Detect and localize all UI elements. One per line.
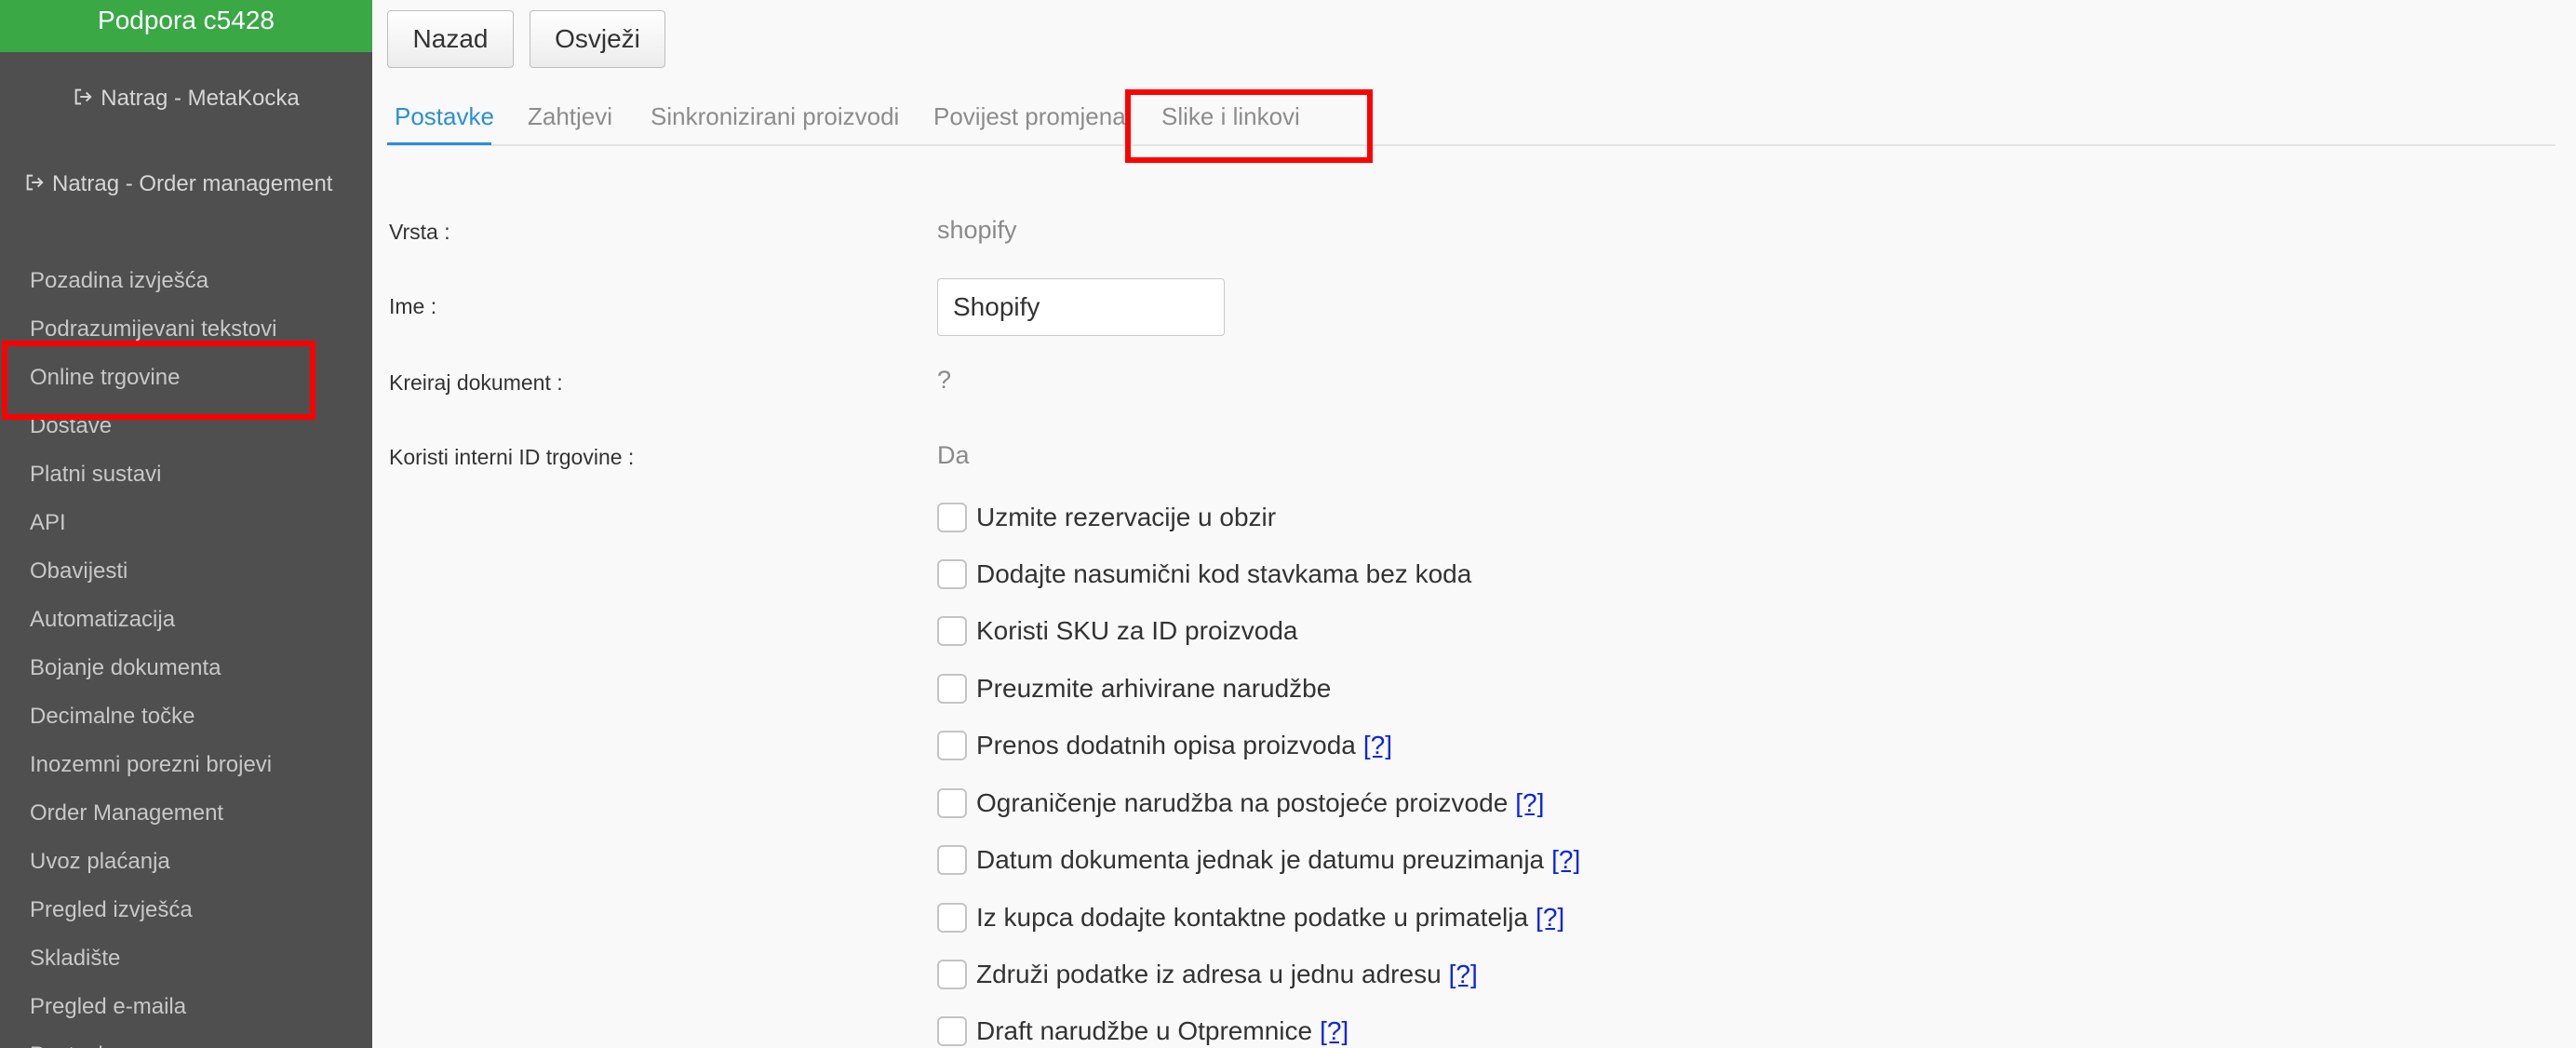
active-tab-indicator [387,142,491,145]
checkbox-label: Preuzmite arhivirane narudžbe [976,674,1332,703]
checkbox[interactable] [937,788,967,818]
checkbox-label: Združi podatke iz adresa u jednu adresu [976,960,1442,988]
tab-change-history[interactable]: Povijest promjena [933,102,1126,131]
checkbox-label: Koristi SKU za ID proizvoda [976,616,1298,645]
checkbox[interactable] [937,903,967,933]
tab-synced-products[interactable]: Sinkronizirani proizvodi [651,102,899,131]
tab-bar: Postavke Zahtjevi Sinkronizirani proizvo… [387,93,2556,146]
help-link[interactable]: [?] [1536,903,1564,933]
checkbox[interactable] [937,1016,967,1046]
sidebar-item-online-stores[interactable]: Online trgovine [0,354,372,402]
back-to-order-management-link[interactable]: Natrag - Order management [0,171,372,197]
sidebar-item-notifications[interactable]: Obavijesti [0,547,372,596]
type-value: shopify [937,216,1017,244]
sidebar-item-foreign-tax-numbers[interactable]: Inozemni porezni brojevi [0,741,372,789]
sidebar-item-warehouse[interactable]: Skladište [0,934,372,983]
help-link[interactable]: [?] [1363,731,1392,760]
create-document-value: ? [937,366,952,394]
option-merge-address: Združi podatke iz adresa u jednu adresu … [937,956,1478,993]
sidebar-item-report-background[interactable]: Pozadina izvješća [0,257,372,305]
sidebar-item-order-management[interactable]: Order Management [0,789,372,838]
name-input[interactable] [937,278,1225,336]
refresh-button[interactable]: Osvježi [530,10,665,68]
option-extra-descriptions: Prenos dodatnih opisa proizvoda [?] [937,727,1392,764]
option-contact-to-recipient: Iz kupca dodajte kontaktne podatke u pri… [937,899,1564,936]
internal-id-label: Koristi interni ID trgovine : [389,445,635,469]
sidebar-item-default-texts[interactable]: Podrazumijevani tekstovi [0,305,372,354]
option-document-date: Datum dokumenta jednak je datumu preuzim… [937,841,1580,879]
checkbox-label: Uzmite rezervacije u obzir [976,503,1277,531]
tab-settings[interactable]: Postavke [395,102,494,131]
checkbox[interactable] [937,559,967,589]
option-limit-existing-products: Ograničenje narudžba na postojeće proizv… [937,785,1544,822]
help-link[interactable]: [?] [1515,788,1544,818]
sidebar-item-payment-systems[interactable]: Platni sustavi [0,450,372,499]
sidebar-item-report-overview[interactable]: Pregled izvješća [0,886,372,934]
create-document-label: Kreiraj dokument : [389,370,563,395]
option-consider-reservations: Uzmite rezervacije u obzir [937,499,1276,536]
sign-out-icon [26,174,44,191]
option-sku-as-id: Koristi SKU za ID proizvoda [937,612,1297,650]
option-archived-orders: Preuzmite arhivirane narudžbe [937,670,1331,707]
option-random-code: Dodajte nasumični kod stavkama bez koda [937,556,1471,593]
help-link[interactable]: [?] [1449,960,1478,989]
checkbox[interactable] [937,731,967,760]
back-link-label: Natrag - MetaKocka [101,86,300,111]
back-link-label: Natrag - Order management [52,171,333,196]
main-content: Nazad Osvježi Postavke Zahtjevi Sinkroni… [372,0,2576,1048]
internal-id-value: Da [937,441,970,469]
checkbox[interactable] [937,674,967,704]
checkbox-label: Dodajte nasumični kod stavkama bez koda [976,559,1472,588]
sidebar-item-automation[interactable]: Automatizacija [0,596,372,644]
back-button[interactable]: Nazad [387,10,514,68]
checkbox[interactable] [937,845,967,875]
sidebar-item-deliveries[interactable]: Dostave [0,402,372,450]
checkbox-label: Draft narudžbe u Otpremnice [976,1016,1313,1045]
sidebar-item-document-coloring[interactable]: Bojanje dokumenta [0,644,372,692]
sign-out-icon [74,88,92,105]
option-draft-to-delivery: Draft narudžbe u Otpremnice [?] [937,1013,1348,1048]
sidebar-item-api[interactable]: API [0,499,372,547]
sidebar: Podpora c5428 Natrag - MetaKocka Natrag … [0,0,372,1048]
sidebar-title: Podpora c5428 [0,0,372,52]
checkbox[interactable] [937,960,967,989]
help-link[interactable]: [?] [1320,1016,1348,1046]
checkbox[interactable] [937,503,967,532]
name-label: Ime : [389,294,437,318]
type-label: Vrsta : [389,220,450,244]
sidebar-item-decimal-points[interactable]: Decimalne točke [0,692,372,741]
checkbox-label: Datum dokumenta jednak je datumu preuzim… [976,845,1545,874]
sidebar-item-payment-import[interactable]: Uvoz plaćanja [0,838,372,886]
checkbox-label: Prenos dodatnih opisa proizvoda [976,731,1356,759]
checkbox-label: Ograničenje narudžba na postojeće proizv… [976,788,1509,817]
tab-images-links[interactable]: Slike i linkovi [1161,102,1300,131]
sidebar-menu: Pozadina izvješća Podrazumijevani teksto… [0,257,372,1048]
help-link[interactable]: [?] [1551,845,1580,875]
sidebar-item-email-overview[interactable]: Pregled e-maila [0,983,372,1031]
sidebar-item-settings[interactable]: Postavke [0,1031,372,1048]
checkbox[interactable] [937,616,967,646]
back-to-metakocka-link[interactable]: Natrag - MetaKocka [0,86,372,112]
tab-requests[interactable]: Zahtjevi [528,102,612,131]
checkbox-label: Iz kupca dodajte kontaktne podatke u pri… [976,903,1529,932]
